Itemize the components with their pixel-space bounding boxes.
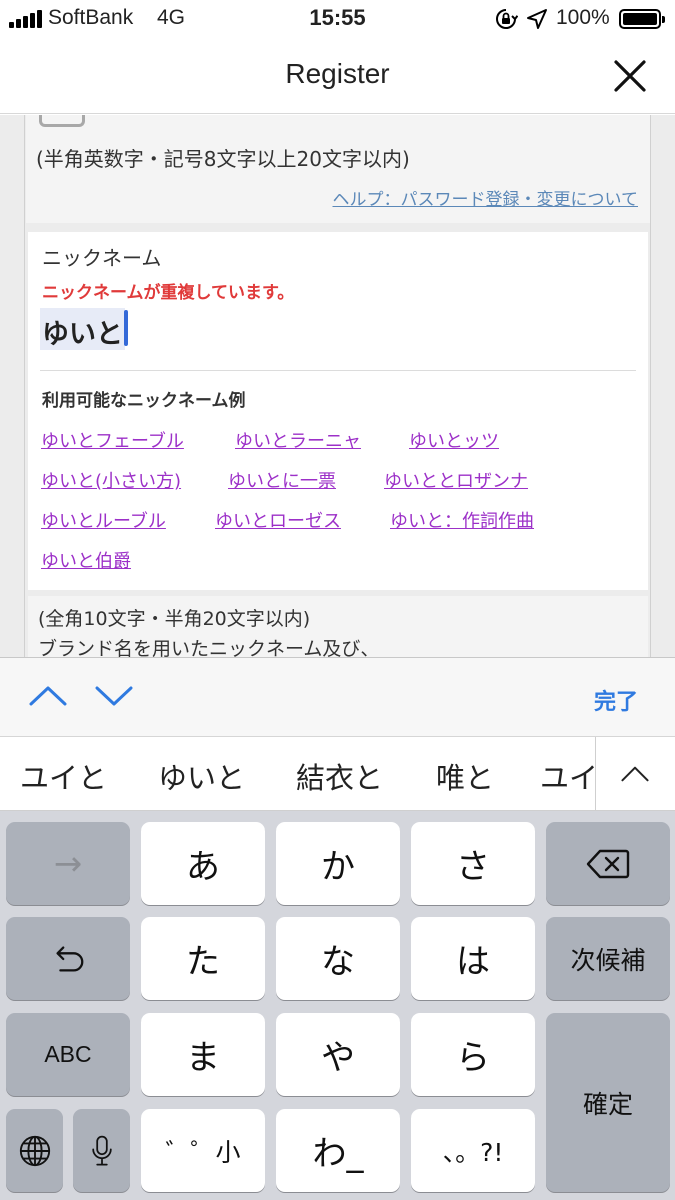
- close-icon[interactable]: [610, 56, 650, 96]
- key-next-candidate[interactable]: 次候補: [546, 917, 670, 1000]
- chevron-down-icon[interactable]: [94, 682, 134, 710]
- chevron-up-icon[interactable]: [28, 682, 68, 710]
- keyboard: → あ か さ た な は 次候補 ABC ま や ら 確定 ゛゜小 わ_ 、。…: [0, 811, 675, 1200]
- undo-icon: [56, 945, 84, 972]
- nickname-example-link[interactable]: ゆいとローゼス: [215, 507, 341, 533]
- key-ra[interactable]: ら: [411, 1013, 535, 1096]
- nickname-example-link[interactable]: ゆいとラーニャ: [235, 427, 361, 453]
- candidate-item[interactable]: ユイと: [20, 755, 107, 797]
- key-confirm[interactable]: 確定: [546, 1013, 670, 1192]
- delete-icon: [586, 849, 630, 878]
- nickname-example-link[interactable]: ゆいと：作詞作曲: [390, 507, 534, 533]
- nickname-example-link[interactable]: ゆいと伯爵: [41, 547, 131, 573]
- nickname-example-link[interactable]: ゆいととロザンナ: [384, 467, 528, 493]
- password-hint: (半角英数字・記号8文字以上20文字以内): [36, 147, 410, 171]
- key-ta[interactable]: た: [141, 917, 265, 1000]
- globe-icon: [19, 1135, 50, 1166]
- candidate-item[interactable]: 結衣と: [296, 755, 383, 797]
- key-arrow-right[interactable]: →: [6, 822, 130, 905]
- key-delete[interactable]: [546, 822, 670, 905]
- key-ha[interactable]: は: [411, 917, 535, 1000]
- nickname-input[interactable]: ゆいと: [40, 308, 125, 350]
- password-section: (半角英数字・記号8文字以上20文字以内) ヘルプ：パスワード登録・変更について: [26, 115, 650, 223]
- battery-icon: [619, 9, 665, 29]
- status-bar: SoftBank 4G 15:55 100%: [0, 0, 675, 38]
- key-sa[interactable]: さ: [411, 822, 535, 905]
- battery-percent: 100%: [556, 6, 610, 29]
- key-wa[interactable]: わ_: [276, 1109, 400, 1192]
- checkbox[interactable]: [39, 115, 85, 127]
- key-ma[interactable]: ま: [141, 1013, 265, 1096]
- nickname-constraint: (全角10文字・半角20文字以内): [38, 608, 311, 630]
- text-caret: [124, 310, 128, 346]
- nickname-note: ブランド名を用いたニックネーム及び、: [38, 638, 380, 657]
- web-content: (半角英数字・記号8文字以上20文字以内) ヘルプ：パスワード登録・変更について…: [0, 115, 675, 657]
- conversion-candidates: ユイと ゆいと 結衣と 唯と ユイ: [0, 737, 675, 811]
- chevron-up-icon: [621, 766, 649, 782]
- key-dakuten[interactable]: ゛゜小: [141, 1109, 265, 1192]
- key-undo[interactable]: [6, 917, 130, 1000]
- key-abc[interactable]: ABC: [6, 1013, 130, 1096]
- divider: [40, 370, 636, 371]
- nickname-example-link[interactable]: ゆいと(小さい方): [41, 467, 181, 493]
- location-icon: [527, 9, 547, 29]
- key-globe[interactable]: [6, 1109, 63, 1192]
- candidate-item[interactable]: ゆいと: [158, 755, 245, 797]
- key-a[interactable]: あ: [141, 822, 265, 905]
- key-punctuation[interactable]: 、。?!: [411, 1109, 535, 1192]
- key-ya[interactable]: や: [276, 1013, 400, 1096]
- key-microphone[interactable]: [73, 1109, 130, 1192]
- navigation-bar: Register: [0, 38, 675, 114]
- key-ka[interactable]: か: [276, 822, 400, 905]
- nickname-label: ニックネーム: [42, 246, 162, 270]
- candidate-item[interactable]: 唯と: [436, 755, 494, 797]
- rotation-lock-icon: [496, 9, 518, 29]
- page-title: Register: [285, 58, 390, 89]
- nickname-examples-title: 利用可能なニックネーム例: [42, 391, 246, 411]
- nickname-example-link[interactable]: ゆいとッツ: [409, 427, 499, 453]
- done-button[interactable]: 完了: [594, 684, 638, 716]
- candidate-item[interactable]: ユイ: [540, 755, 598, 797]
- nickname-error: ニックネームが重複しています。: [42, 283, 295, 303]
- nickname-rules: (全角10文字・半角20文字以内) ブランド名を用いたニックネーム及び、: [28, 596, 648, 657]
- candidates-expand-button[interactable]: [595, 737, 675, 810]
- nickname-example-link[interactable]: ゆいとフェーブル: [41, 427, 184, 453]
- nickname-example-link[interactable]: ゆいとに一票: [228, 467, 336, 493]
- nickname-example-link[interactable]: ゆいとルーブル: [41, 507, 166, 533]
- nickname-section: ニックネーム ニックネームが重複しています。 ゆいと 利用可能なニックネーム例 …: [28, 232, 648, 590]
- key-na[interactable]: な: [276, 917, 400, 1000]
- password-help-link[interactable]: ヘルプ：パスワード登録・変更について: [333, 185, 639, 210]
- mic-icon: [91, 1135, 112, 1165]
- keyboard-accessory-bar: 完了: [0, 657, 675, 737]
